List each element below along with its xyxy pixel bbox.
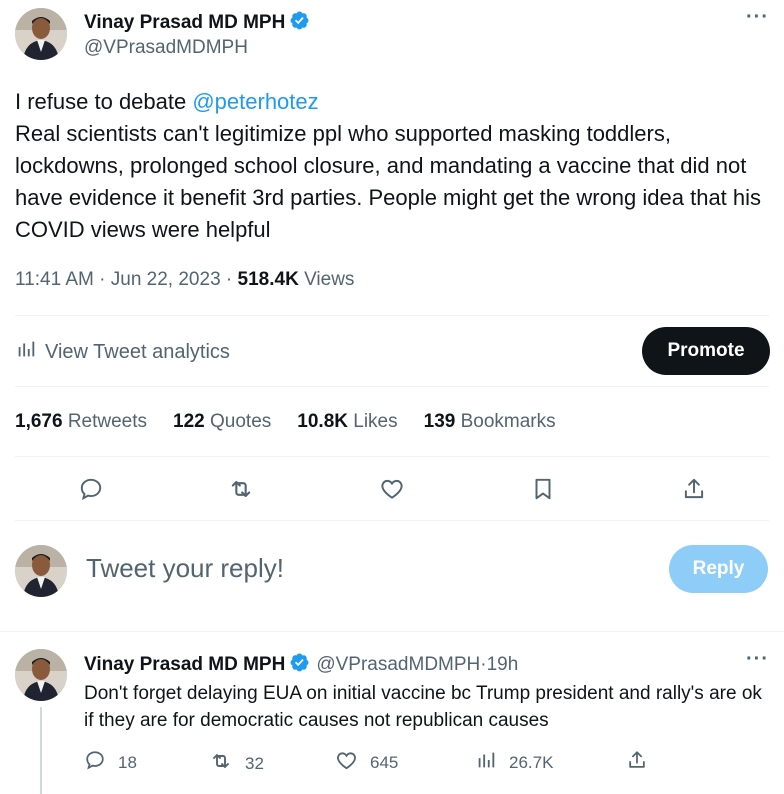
reply-icon[interactable] [76,474,106,504]
reply-replies-count: 18 [118,752,137,772]
user-avatar[interactable] [15,545,67,597]
tweet-text-body: Real scientists can't legitimize ppl who… [15,121,762,242]
retweets-stat[interactable]: 1,676 Retweets [15,411,147,433]
views-count: 518.4K [237,269,299,290]
like-heart-icon [335,749,358,777]
author-avatar[interactable] [15,8,67,60]
divider [15,520,769,521]
meta-separator: · [220,269,238,290]
bookmarks-label: Bookmarks [455,411,556,432]
thread-line [40,707,42,794]
meta-separator: · [93,269,111,290]
reply-retweets-count: 32 [245,753,264,773]
tweet-time[interactable]: 11:41 AM [15,269,94,290]
more-horizontal-icon[interactable]: ··· [746,6,769,29]
reply-likes-action[interactable]: 645 [335,749,398,777]
reply-views-action[interactable]: 26.7K [475,749,553,776]
divider [0,631,784,632]
promote-button[interactable]: Promote [642,327,770,375]
more-horizontal-icon[interactable]: ··· [746,648,769,671]
bookmark-icon[interactable] [528,474,558,504]
reply-share-action[interactable] [626,749,648,776]
reply-icon [84,749,106,776]
retweets-label: Retweets [62,411,148,432]
quotes-count: 122 [173,411,205,432]
views-label: Views [298,269,355,290]
analytics-label: View Tweet analytics [45,340,230,363]
tweet-stats: 1,676 Retweets 122 Quotes 10.8K Likes 13… [15,411,556,433]
likes-stat[interactable]: 10.8K Likes [297,411,397,433]
quotes-stat[interactable]: 122 Quotes [173,411,271,433]
tweet-meta: 11:41 AM · Jun 22, 2023 · 518.4K Views [15,269,354,291]
share-icon[interactable] [679,474,709,504]
share-icon [626,749,648,776]
tweet-date[interactable]: Jun 22, 2023 [111,269,221,290]
bookmarks-stat[interactable]: 139 Bookmarks [424,411,556,433]
reply-age[interactable]: 19h [487,654,519,676]
divider [15,456,769,457]
reply-likes-count: 645 [370,753,399,772]
reply-author-avatar[interactable] [15,649,67,701]
reply-views-count: 26.7K [509,752,554,772]
author-handle[interactable]: @VPrasadMDMPH [84,37,248,59]
divider [15,386,769,387]
reply-header: Vinay Prasad MD MPH @VPrasadMDMPH · 19h [84,652,518,678]
reply-text: Don't forget delaying EUA on initial vac… [84,683,762,731]
bookmarks-count: 139 [423,411,456,432]
reply-author-handle[interactable]: @VPrasadMDMPH [316,654,480,676]
like-heart-icon[interactable] [377,474,407,504]
retweet-icon[interactable] [226,474,256,504]
divider [15,315,769,316]
author-name[interactable]: Vinay Prasad MD MPH [84,12,285,34]
quotes-label: Quotes [204,411,272,432]
likes-label: Likes [347,411,398,432]
reply-author-name[interactable]: Vinay Prasad MD MPH [84,654,285,676]
view-analytics-link[interactable]: View Tweet analytics [15,338,230,366]
tweet-text: I refuse to debate @peterhotez Real scie… [15,86,775,246]
reply-input[interactable]: Tweet your reply! [86,553,284,584]
verified-badge-icon [289,10,310,36]
analytics-bars-icon [475,749,497,776]
mention-link[interactable]: @peterhotez [192,89,318,114]
likes-count: 10.8K [297,411,348,432]
retweets-count: 1,676 [15,411,63,432]
analytics-bars-icon [15,338,37,366]
verified-badge-icon [289,652,310,678]
reply-button[interactable]: Reply [669,545,768,593]
retweet-icon [209,749,233,778]
tweet-text-intro: I refuse to debate [15,89,193,114]
reply-replies-action[interactable]: 18 [84,749,137,776]
reply-retweets-action[interactable]: 32 [209,749,264,778]
